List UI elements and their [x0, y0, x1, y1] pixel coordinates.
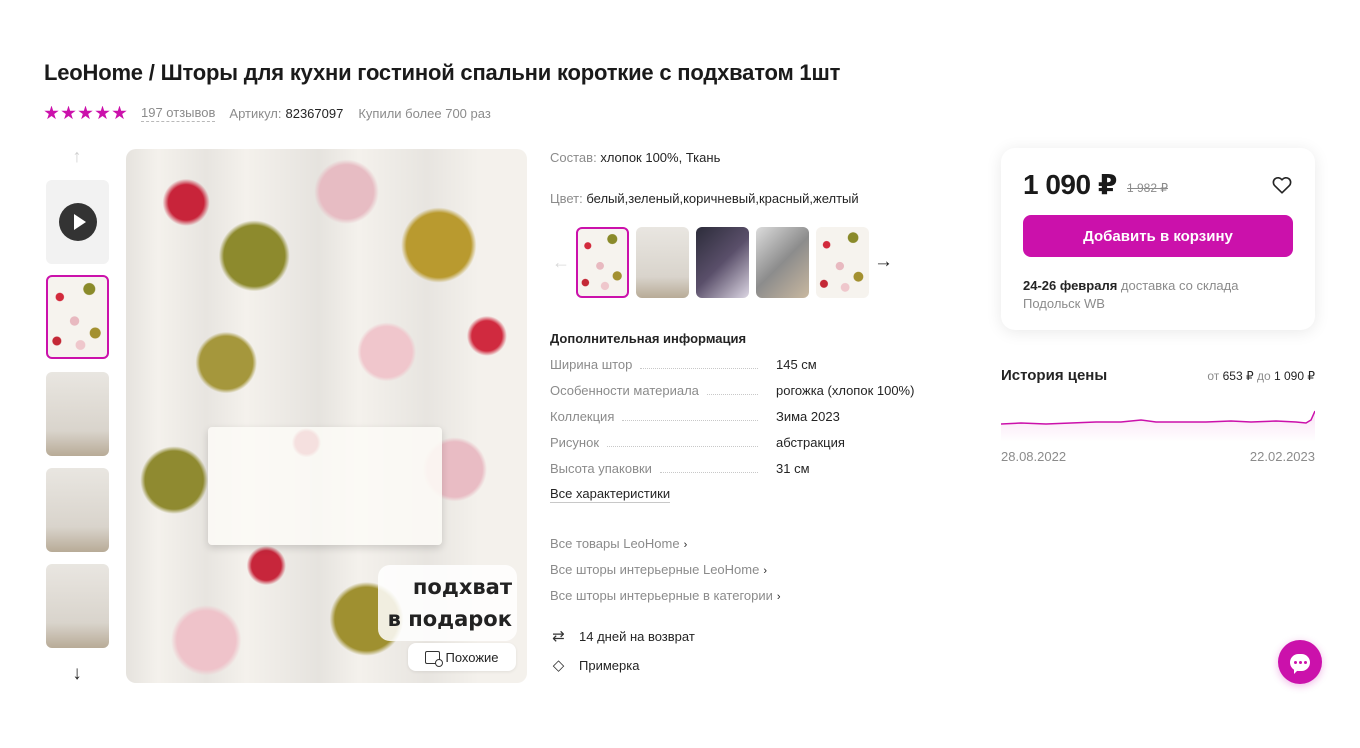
similar-button[interactable]: Похожие: [408, 643, 516, 671]
star-icon: [78, 105, 93, 120]
main-product-image[interactable]: подхват в подарок Похожие: [126, 149, 527, 683]
current-price: 1 090 ₽: [1023, 169, 1117, 200]
old-price: 1 982 ₽: [1127, 181, 1168, 195]
fitting-option[interactable]: ◇ Примерка: [550, 656, 640, 674]
spec-row: Рисунок абстракция: [550, 435, 845, 450]
brand-products-link[interactable]: Все товары LeoHome ›: [550, 536, 687, 551]
chat-bubble-icon: [1290, 653, 1310, 674]
price-history-line: [1001, 410, 1315, 425]
star-icon: [44, 105, 59, 120]
rating-stars: [44, 105, 127, 121]
return-arrows-icon: ⇄: [552, 628, 565, 645]
category-link[interactable]: Все шторы интерьерные в категории ›: [550, 588, 781, 603]
heart-icon[interactable]: [1271, 174, 1293, 196]
add-to-cart-button[interactable]: Добавить в корзину: [1023, 215, 1293, 257]
thumbs-down-arrow-icon[interactable]: ↓: [66, 662, 88, 686]
article-value[interactable]: 82367097: [285, 106, 343, 121]
price-history-range: от 653 ₽ до 1 090 ₽: [1207, 369, 1315, 383]
thumbs-up-arrow-icon[interactable]: ↑: [66, 145, 88, 167]
color-variant-thumbnail[interactable]: [816, 227, 869, 298]
colors-prev-arrow-icon[interactable]: ←: [552, 252, 570, 273]
colors-next-arrow-icon[interactable]: →: [874, 251, 893, 273]
color-variant-thumbnail[interactable]: [636, 227, 689, 298]
spec-row: Ширина штор 145 см: [550, 357, 817, 372]
additional-info-title: Дополнительная информация: [550, 331, 747, 346]
image-search-icon: [425, 650, 444, 667]
chevron-right-icon: ›: [776, 591, 781, 603]
spec-row: Высота упаковки 31 см: [550, 461, 810, 476]
gallery-thumbnail[interactable]: [46, 564, 109, 648]
promo-text: подхват в подарок: [387, 575, 512, 631]
play-icon: [58, 203, 97, 241]
delivery-info: 24-26 февраля доставка со склада Подольс…: [1023, 278, 1239, 311]
star-icon: [95, 105, 110, 120]
reviews-link[interactable]: 197 отзывов: [141, 105, 216, 122]
spec-row: Особенности материала рогожка (хлопок 10…: [550, 383, 915, 398]
product-meta: 197 отзывов Артикул: 82367097 Купили бол…: [44, 104, 491, 122]
article-label: Артикул:: [229, 105, 282, 121]
tag-icon: ◇: [552, 657, 565, 674]
gallery-thumbnail[interactable]: [46, 275, 109, 359]
brand-category-link[interactable]: Все шторы интерьерные LeoHome ›: [550, 562, 767, 577]
chat-button[interactable]: [1278, 640, 1322, 684]
chevron-right-icon: ›: [763, 565, 768, 577]
curtain-tieback: [208, 427, 442, 545]
price-history-area: [1001, 411, 1315, 442]
star-icon: [112, 105, 127, 120]
product-title: LeoHome / Шторы для кухни гостиной спаль…: [44, 60, 841, 85]
return-policy[interactable]: ⇄ 14 дней на возврат: [550, 627, 695, 645]
color: Цвет: белый,зеленый,коричневый,красный,ж…: [550, 191, 859, 206]
color-variant-thumbnail[interactable]: [696, 227, 749, 298]
bought-count: Купили более 700 раз: [358, 105, 491, 121]
all-characteristics-link[interactable]: Все характеристики: [550, 486, 671, 503]
star-icon: [61, 105, 76, 120]
gallery-thumbnail[interactable]: [46, 468, 109, 552]
gallery-thumbnail[interactable]: [46, 372, 109, 456]
composition: Состав: хлопок 100%, Ткань: [550, 150, 721, 165]
color-variant-thumbnail[interactable]: [576, 227, 629, 298]
price-history-chart[interactable]: [1001, 402, 1315, 442]
video-thumbnail[interactable]: [46, 180, 109, 264]
spec-row: Коллекция Зима 2023: [550, 409, 840, 424]
chevron-right-icon: ›: [683, 539, 688, 551]
history-end-date: 22.02.2023: [1249, 449, 1315, 464]
color-variant-thumbnail[interactable]: [756, 227, 809, 298]
